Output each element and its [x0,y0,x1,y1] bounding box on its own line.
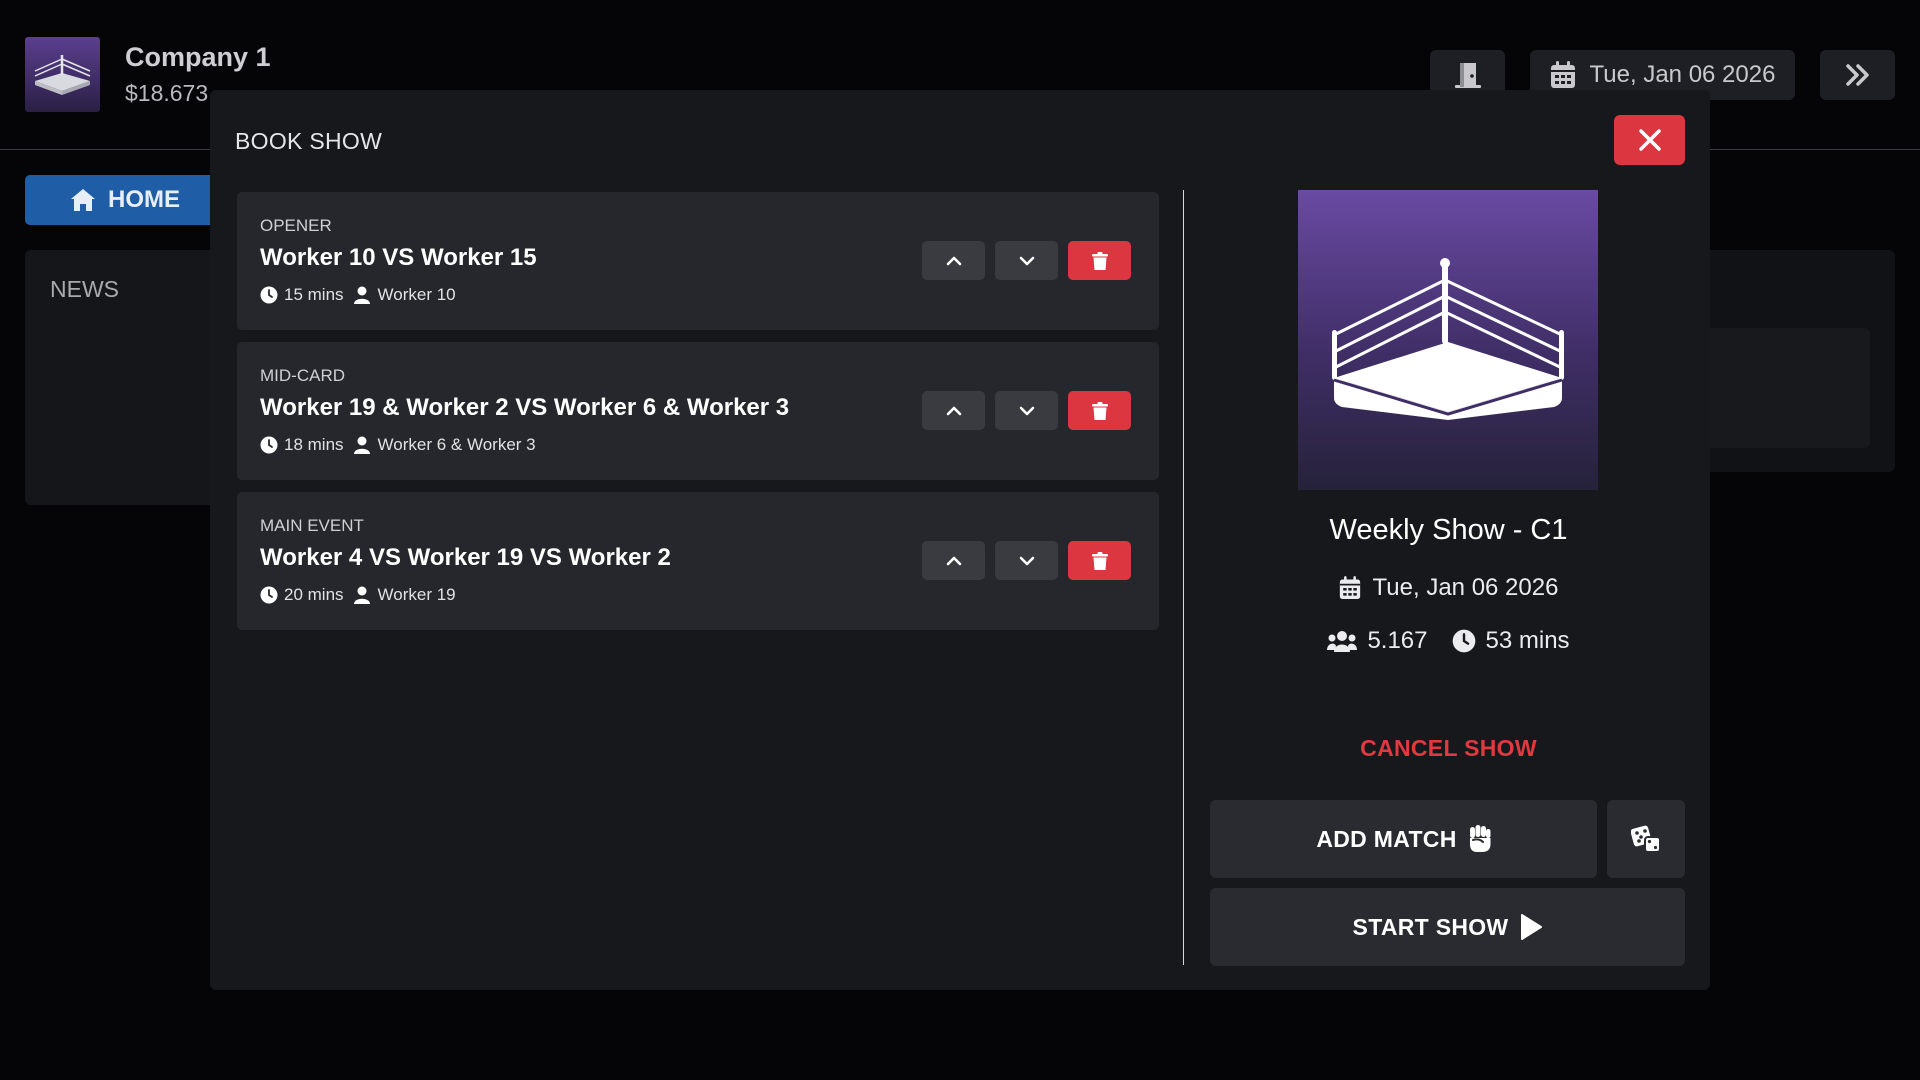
move-down-button[interactable] [995,391,1058,430]
move-up-button[interactable] [922,541,985,580]
user-icon [353,586,372,604]
delete-match-button[interactable] [1068,241,1131,280]
show-date-row: Tue, Jan 06 2026 [1210,574,1687,602]
move-down-button[interactable] [995,541,1058,580]
show-stats-row: 5.167 53 mins [1210,627,1687,655]
company-name: Company 1 [125,42,271,72]
company-money: $18.673 [125,80,209,106]
double-chevron-right-icon [1845,64,1869,86]
match-title: Worker 10 VS Worker 15 [260,244,537,271]
chevron-down-icon [1019,406,1034,415]
show-artwork [1298,190,1598,490]
start-show-button[interactable]: START SHOW [1210,888,1685,966]
match-duration: 20 mins [284,585,344,604]
clock-icon [260,286,278,304]
move-up-button[interactable] [922,241,985,280]
match-duration: 15 mins [284,285,344,304]
chevron-down-icon [1019,256,1034,265]
chevron-up-icon [946,556,961,565]
match-card: MID-CARD Worker 19 & Worker 2 VS Worker … [237,342,1159,480]
user-icon [353,436,372,454]
match-title: Worker 19 & Worker 2 VS Worker 6 & Worke… [260,394,790,421]
chevron-up-icon [946,406,961,415]
close-button[interactable] [1614,115,1685,165]
show-name: Weekly Show - C1 [1329,514,1568,546]
match-winner: Worker 19 [377,585,456,604]
match-winner: Worker 6 & Worker 3 [377,435,536,454]
match-card: OPENER Worker 10 VS Worker 15 15 mins Wo… [237,192,1159,330]
delete-match-button[interactable] [1068,391,1131,430]
play-icon [1521,914,1543,940]
trash-icon [1091,251,1108,270]
match-meta: 18 mins Worker 6 & Worker 3 [260,435,536,455]
news-panel: NEWS [25,250,225,505]
random-match-button[interactable] [1607,800,1685,878]
company-logo [25,37,100,112]
close-icon [1638,129,1661,151]
show-attendance: 5.167 [1367,627,1428,654]
clock-icon [260,436,278,454]
home-label: HOME [108,186,180,213]
match-type: MAIN EVENT [260,516,364,535]
calendar-icon [1550,61,1575,88]
show-runtime: 53 mins [1485,627,1570,654]
column-divider [1183,190,1184,965]
start-show-label: START SHOW [1352,913,1509,940]
match-meta: 20 mins Worker 19 [260,585,456,605]
trash-icon [1091,551,1108,570]
delete-match-button[interactable] [1068,541,1131,580]
user-icon [353,286,372,304]
chevron-down-icon [1019,556,1034,565]
move-down-button[interactable] [995,241,1058,280]
dice-icon [1631,825,1661,853]
match-type: OPENER [260,216,332,235]
clock-icon [1452,629,1475,653]
cancel-show-button[interactable]: CANCEL SHOW [1210,735,1687,762]
match-meta: 15 mins Worker 10 [260,285,456,305]
header-date: Tue, Jan 06 2026 [1589,61,1776,88]
next-day-button[interactable] [1820,50,1895,100]
wrestling-ring-icon [34,55,91,95]
calendar-icon [1339,576,1360,599]
home-icon [71,189,95,211]
add-match-label: ADD MATCH [1316,825,1457,852]
users-icon [1327,631,1358,652]
book-show-modal: BOOK SHOW OPENER Worker 10 VS Worker 15 … [210,90,1710,990]
match-title: Worker 4 VS Worker 19 VS Worker 2 [260,544,671,571]
match-type: MID-CARD [260,366,345,385]
match-duration: 18 mins [284,435,344,454]
door-icon [1454,63,1481,88]
wrestling-ring-icon [1332,258,1564,420]
modal-title: BOOK SHOW [235,128,383,154]
clock-icon [260,586,278,604]
home-nav-button[interactable]: HOME [25,175,225,225]
move-up-button[interactable] [922,391,985,430]
match-winner: Worker 10 [377,285,456,304]
chevron-up-icon [946,256,961,265]
show-date: Tue, Jan 06 2026 [1372,574,1559,601]
news-title: NEWS [50,276,119,302]
fist-icon [1469,825,1491,852]
match-card: MAIN EVENT Worker 4 VS Worker 19 VS Work… [237,492,1159,630]
add-match-button[interactable]: ADD MATCH [1210,800,1597,878]
side-panel-card [1700,328,1870,448]
trash-icon [1091,401,1108,420]
